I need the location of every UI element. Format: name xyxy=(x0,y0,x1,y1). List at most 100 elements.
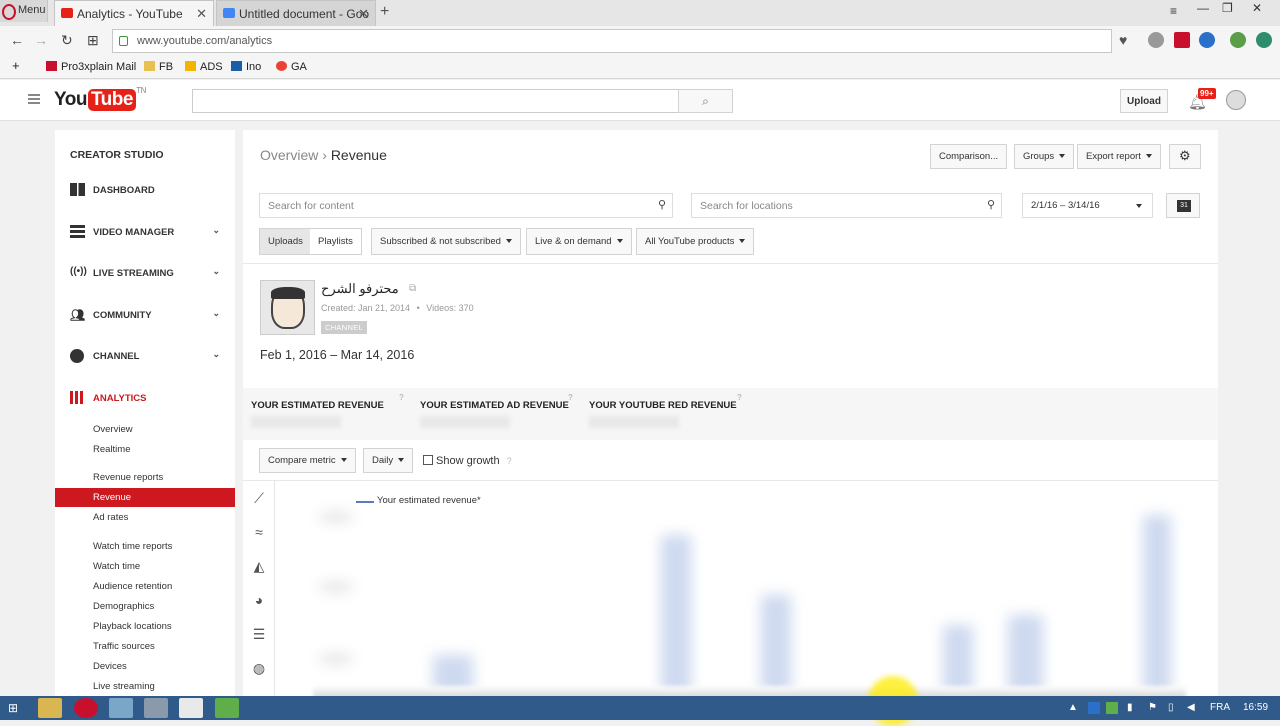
sidebar-subitem-realtime[interactable]: Realtime xyxy=(93,444,131,455)
area-chart-icon[interactable]: ◭ xyxy=(250,558,268,574)
tab-untitled-document[interactable]: Untitled document - Goo ✕ xyxy=(216,0,376,26)
groups-button[interactable]: Groups xyxy=(1014,144,1075,169)
tab-analytics[interactable]: Analytics - YouTube ✕ xyxy=(54,0,214,26)
calculator-icon[interactable] xyxy=(144,698,168,718)
language-indicator[interactable]: FRA xyxy=(1210,702,1230,713)
adblock-extension-icon[interactable] xyxy=(1148,32,1164,48)
sidebar-subitem-live-streaming[interactable]: Live streaming xyxy=(93,681,155,692)
youtube-products-dropdown[interactable]: All YouTube products xyxy=(636,228,755,255)
live-on-demand-dropdown[interactable]: Live & on demand xyxy=(526,228,632,255)
bookmark-fb[interactable]: FB xyxy=(144,61,173,73)
close-tab-icon[interactable]: ✕ xyxy=(196,6,207,22)
sidebar-subitem-watch-time-reports[interactable]: Watch time reports xyxy=(93,541,172,552)
subscribed-filter-dropdown[interactable]: Subscribed & not subscribed xyxy=(371,228,521,255)
help-icon[interactable]: ? xyxy=(737,393,742,402)
sidebar-subitem-traffic-sources[interactable]: Traffic sources xyxy=(93,641,155,652)
network-icon[interactable]: ▮ xyxy=(1127,702,1133,713)
upload-button[interactable]: Upload xyxy=(1120,89,1168,113)
interval-dropdown[interactable]: Daily xyxy=(363,448,414,473)
forward-icon[interactable]: → xyxy=(34,32,48,48)
search-locations-input[interactable]: Search for locations ⚲ xyxy=(691,193,1002,218)
tab-menu-icon[interactable]: ≡ xyxy=(1170,4,1177,18)
sidebar-subitem-devices[interactable]: Devices xyxy=(93,661,127,672)
search-icon[interactable]: ⌕ xyxy=(678,89,733,113)
date-range-select[interactable]: 2/1/16 – 3/14/16 xyxy=(1022,193,1153,218)
file-explorer-icon[interactable] xyxy=(38,698,62,718)
speed-dial-icon[interactable]: ⊞ xyxy=(87,32,99,49)
sidebar-item-live-streaming[interactable]: ((•)) LIVE STREAMING ⌄ xyxy=(70,266,230,284)
maximize-icon[interactable]: ❐ xyxy=(1222,1,1233,15)
calendar-icon[interactable]: 31 xyxy=(1166,193,1200,218)
show-growth-checkbox[interactable] xyxy=(423,455,433,465)
chevron-down-icon[interactable]: ⌄ xyxy=(212,225,220,236)
channel-name[interactable]: محترفو الشرح xyxy=(321,281,399,297)
new-tab-icon[interactable]: + xyxy=(380,3,389,21)
filter-uploads-tab[interactable]: Uploads xyxy=(259,228,312,255)
settings-gear-icon[interactable]: ⚙ xyxy=(1169,144,1201,169)
sidebar-subitem-ad-rates[interactable]: Ad rates xyxy=(93,512,128,523)
search-content-input[interactable]: Search for content ⚲ xyxy=(259,193,673,218)
youtube-search-input[interactable] xyxy=(192,89,679,113)
camtasia-icon[interactable] xyxy=(179,698,203,718)
export-report-button[interactable]: Export report xyxy=(1077,144,1161,169)
sidebar-item-dashboard[interactable]: DASHBOARD xyxy=(70,183,230,201)
breadcrumb-overview-link[interactable]: Overview xyxy=(260,147,318,163)
comparison-button[interactable]: Comparison... xyxy=(930,144,1008,169)
minimize-icon[interactable]: — xyxy=(1197,1,1209,15)
help-icon[interactable]: ? xyxy=(568,393,573,402)
bookmark-heart-icon[interactable]: ♥ xyxy=(1119,32,1127,48)
download-extension-icon[interactable] xyxy=(1230,32,1246,48)
sidebar-item-channel[interactable]: CHANNEL ⌄ xyxy=(70,349,230,367)
sidebar-subitem-playback-locations[interactable]: Playback locations xyxy=(93,621,172,632)
line-chart-icon[interactable]: ⟋ xyxy=(250,490,268,506)
add-bookmark-icon[interactable]: + xyxy=(12,58,20,73)
skype-tray-icon[interactable] xyxy=(1088,702,1100,714)
bookmark-pro3xplain-mail[interactable]: Pro3xplain Mail xyxy=(46,61,136,73)
compare-metric-dropdown[interactable]: Compare metric xyxy=(259,448,356,473)
sidebar-subitem-watch-time[interactable]: Watch time xyxy=(93,561,140,572)
sync-extension-icon[interactable] xyxy=(1256,32,1272,48)
chevron-down-icon[interactable]: ⌄ xyxy=(212,349,220,360)
opera-menu-button[interactable]: Menu xyxy=(0,0,48,22)
tray-expand-icon[interactable]: ▲ xyxy=(1068,702,1078,713)
chevron-down-icon[interactable]: ⌄ xyxy=(212,308,220,319)
windows-start-icon[interactable]: ⊞ xyxy=(8,701,18,715)
sidebar-item-community[interactable]: 👥︎ COMMUNITY ⌄ xyxy=(70,308,230,326)
search-icon[interactable]: ⚲ xyxy=(987,198,995,211)
sidebar-subitem-demographics[interactable]: Demographics xyxy=(93,601,154,612)
app-icon[interactable] xyxy=(109,698,133,718)
opera-browser-icon[interactable] xyxy=(74,698,98,718)
close-tab-icon[interactable]: ✕ xyxy=(358,6,369,22)
flag-icon[interactable]: ⚑ xyxy=(1148,702,1157,713)
volume-icon[interactable]: ◀ xyxy=(1187,702,1195,713)
bar-chart-icon[interactable]: ☰ xyxy=(250,626,268,642)
sidebar-item-video-manager[interactable]: VIDEO MANAGER ⌄ xyxy=(70,225,230,243)
metric-tab-estimated-revenue[interactable]: YOUR ESTIMATED REVENUE ? xyxy=(251,393,404,428)
account-avatar[interactable] xyxy=(1226,90,1246,110)
sidebar-subitem-revenue[interactable]: Revenue xyxy=(55,488,235,507)
search-icon[interactable]: ⚲ xyxy=(658,198,666,211)
bookmark-ads[interactable]: ADS xyxy=(185,61,223,73)
sidebar-subitem-overview[interactable]: Overview xyxy=(93,424,133,435)
help-icon[interactable]: ? xyxy=(507,456,512,466)
recorder-icon[interactable] xyxy=(215,698,239,718)
guide-menu-icon[interactable] xyxy=(28,94,40,104)
pie-chart-icon[interactable]: ◕ xyxy=(250,592,268,608)
filter-playlists-tab[interactable]: Playlists xyxy=(310,228,362,255)
power-icon[interactable]: ▯ xyxy=(1168,702,1174,713)
external-link-icon[interactable]: ⧉ xyxy=(409,283,416,294)
bookmark-ga[interactable]: GA xyxy=(276,61,307,73)
sidebar-item-analytics[interactable]: ANALYTICS xyxy=(70,391,230,409)
tray-app-icon[interactable] xyxy=(1106,702,1118,714)
chevron-down-icon[interactable]: ⌄ xyxy=(212,266,220,277)
gmail-extension-icon[interactable] xyxy=(1174,32,1190,48)
reload-icon[interactable]: ↻ xyxy=(61,32,73,49)
clock[interactable]: 16:59 xyxy=(1243,702,1268,713)
url-field[interactable]: www.youtube.com/analytics xyxy=(112,29,1112,53)
sidebar-subitem-audience-retention[interactable]: Audience retention xyxy=(93,581,172,592)
youtube-logo[interactable]: You Tube TN xyxy=(54,86,146,111)
channel-avatar[interactable] xyxy=(260,280,315,335)
sidebar-subitem-revenue-reports[interactable]: Revenue reports xyxy=(93,472,163,483)
help-icon[interactable]: ? xyxy=(399,393,404,402)
metric-tab-youtube-red-revenue[interactable]: YOUR YOUTUBE RED REVENUE ? xyxy=(589,393,742,428)
